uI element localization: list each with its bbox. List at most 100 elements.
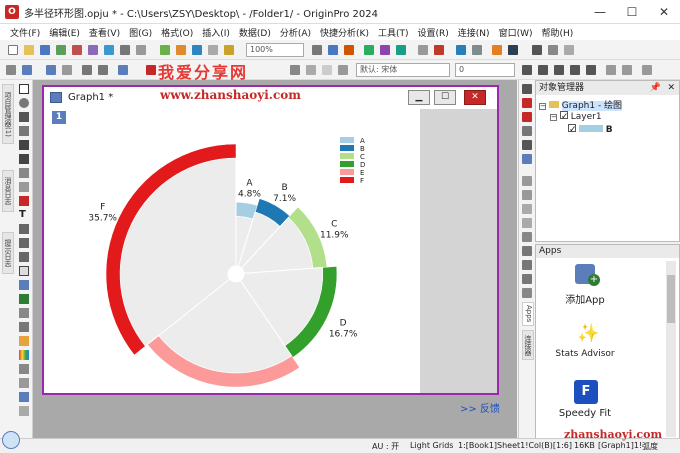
checkbox-checked-icon[interactable]: ✓ [559, 111, 568, 122]
menu-insert[interactable]: 插入(I) [202, 26, 230, 39]
new-workbook-icon[interactable] [56, 45, 66, 55]
menu-connect[interactable]: 连接(N) [458, 26, 490, 39]
rescale-icon[interactable] [418, 45, 428, 55]
tab-hint-log[interactable]: 提示日志 [2, 232, 14, 274]
rotate-icon[interactable] [290, 65, 300, 75]
pointer-icon[interactable] [19, 84, 29, 94]
menu-format[interactable]: 格式(O) [161, 26, 193, 39]
code-builder-icon[interactable] [344, 45, 354, 55]
equation-tool-icon[interactable] [19, 294, 29, 304]
zoom-tool-icon[interactable] [19, 98, 29, 108]
stats-advisor-label[interactable]: Stats Advisor [555, 349, 615, 359]
menu-analysis[interactable]: 分析(A) [280, 26, 311, 39]
clipboard-icon[interactable] [208, 45, 218, 55]
export-icon[interactable] [192, 45, 202, 55]
script-window-icon[interactable] [328, 45, 338, 55]
open-icon[interactable] [24, 45, 34, 55]
menu-tools[interactable]: 工具(T) [378, 26, 409, 39]
add-app-label[interactable]: 添加App [555, 291, 615, 306]
font-size-select[interactable]: 0 [455, 63, 515, 77]
print-icon[interactable] [136, 45, 146, 55]
anchor-icon[interactable] [19, 378, 29, 388]
tree-node-graph[interactable]: − Graph1 - 绘图 [539, 98, 623, 111]
rescale-tool-icon[interactable] [522, 126, 532, 136]
data-reader-icon[interactable] [434, 45, 444, 55]
apps-gallery-icon[interactable] [492, 45, 502, 55]
color-icon[interactable] [146, 65, 156, 75]
align-icon[interactable] [62, 65, 72, 75]
legend-icon[interactable] [19, 392, 29, 402]
extract-icon[interactable] [522, 204, 532, 214]
mask-tool-icon[interactable] [19, 196, 29, 206]
layer-contents-icon[interactable] [522, 84, 532, 94]
date-time-icon[interactable] [19, 406, 29, 416]
graph-close-button[interactable]: ✕ [464, 90, 486, 105]
new-project-icon[interactable] [8, 45, 18, 55]
menu-view[interactable]: 查看(V) [89, 26, 120, 39]
zoom-select[interactable]: 100% [246, 43, 304, 57]
close-button[interactable]: ✕ [648, 0, 680, 24]
tab-connectors[interactable]: 连接器 [522, 330, 534, 360]
data-selector-icon[interactable] [19, 182, 29, 192]
menu-help[interactable]: 帮助(H) [541, 26, 573, 39]
arrange-icon[interactable] [46, 65, 56, 75]
frame-icon[interactable] [522, 246, 532, 256]
map-icon[interactable] [19, 364, 29, 374]
draw-tool-icon[interactable] [19, 252, 29, 262]
screen-reader-icon[interactable] [19, 154, 29, 164]
zoom-panel-icon[interactable] [522, 190, 532, 200]
project-explorer-icon[interactable] [224, 45, 234, 55]
add-layer-icon[interactable] [364, 45, 374, 55]
italic-icon[interactable] [538, 65, 548, 75]
undo-icon[interactable] [118, 65, 128, 75]
image-tool-icon[interactable] [19, 308, 29, 318]
layer-management-icon[interactable] [396, 45, 406, 55]
move-front-icon[interactable] [82, 65, 92, 75]
stats-advisor-icon[interactable]: ✨ [577, 323, 599, 344]
tab-apps[interactable]: Apps [522, 302, 534, 326]
menu-quick-analysis[interactable]: 快捷分析(K) [320, 26, 369, 39]
graph-window[interactable]: Graph1 * ▁ ☐ ✕ 1 www.zhanshaoyi.com A 4.8… [42, 85, 499, 395]
collapse-icon[interactable]: − [550, 114, 557, 121]
import-icon[interactable] [120, 45, 130, 55]
add-plot-icon[interactable] [522, 112, 532, 122]
lock-icon[interactable] [338, 65, 348, 75]
superscript-icon[interactable] [570, 65, 580, 75]
menu-window[interactable]: 窗口(W) [499, 26, 533, 39]
refresh-icon[interactable] [160, 45, 170, 55]
search-icon[interactable] [2, 431, 20, 449]
decrease-font-icon[interactable] [622, 65, 632, 75]
collapse-icon[interactable]: − [539, 103, 546, 110]
tab-project-explorer[interactable]: 项目管理器(1) [2, 84, 14, 144]
axis-icon[interactable] [522, 260, 532, 270]
arrow-tool-icon[interactable] [19, 224, 29, 234]
increase-font-icon[interactable] [606, 65, 616, 75]
import-wizard-icon[interactable] [6, 65, 16, 75]
tick-icon[interactable] [522, 288, 532, 298]
menu-data[interactable]: 数据(D) [239, 26, 271, 39]
move-back-icon[interactable] [98, 65, 108, 75]
speedy-fit-icon[interactable]: F [574, 380, 598, 404]
save-icon[interactable] [40, 45, 50, 55]
underline-icon[interactable] [554, 65, 564, 75]
apps-scrollbar-thumb[interactable] [667, 275, 675, 323]
layer-icon[interactable] [564, 45, 574, 55]
group-icon[interactable] [306, 65, 316, 75]
tab-messages-log[interactable]: 消息日志 [2, 170, 14, 212]
results-log-icon[interactable] [312, 45, 322, 55]
layout-icon[interactable] [522, 176, 532, 186]
scale-out-icon[interactable] [19, 126, 29, 136]
import-csv-icon[interactable] [22, 65, 32, 75]
feedback-link[interactable]: >> 反馈 [460, 400, 500, 415]
copy-format-icon[interactable] [522, 154, 532, 164]
greek-icon[interactable] [642, 65, 652, 75]
insert-graph-icon[interactable] [19, 322, 29, 332]
line-tool-icon[interactable] [19, 238, 29, 248]
new-layout-icon[interactable] [104, 45, 114, 55]
pin-icon[interactable]: 📌 [650, 81, 661, 95]
ruler-icon[interactable] [532, 45, 542, 55]
menu-edit[interactable]: 编辑(E) [49, 26, 80, 39]
graph-minimize-button[interactable]: ▁ [408, 90, 430, 105]
data-reader-tool-icon[interactable] [19, 140, 29, 150]
new-graph-icon[interactable] [72, 45, 82, 55]
